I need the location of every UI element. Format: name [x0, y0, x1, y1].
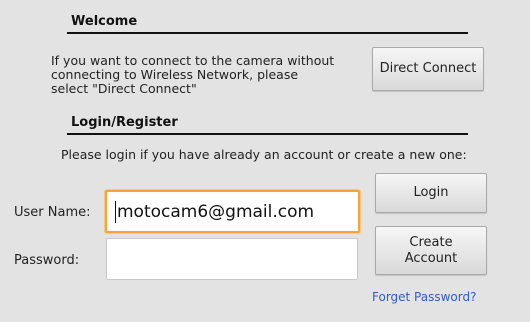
- welcome-description-line-3: select "Direct Connect": [51, 81, 197, 96]
- login-button-label: Login: [413, 185, 449, 200]
- username-value: motocam6@gmail.com: [117, 201, 315, 222]
- direct-connect-label: Direct Connect: [379, 61, 477, 76]
- login-instruction: Please login if you have already an acco…: [61, 147, 467, 162]
- welcome-description-line-1: If you want to connect to the camera wit…: [51, 53, 335, 68]
- login-register-heading: Login/Register: [71, 115, 178, 130]
- username-label: User Name:: [14, 205, 91, 220]
- password-label: Password:: [14, 253, 80, 268]
- forgot-password-link[interactable]: Forget Password?: [372, 290, 476, 304]
- welcome-description-line-2: connecting to Wireless Network, please: [51, 67, 299, 82]
- password-input[interactable]: [106, 238, 358, 280]
- welcome-heading: Welcome: [71, 14, 138, 29]
- username-input[interactable]: motocam6@gmail.com: [105, 190, 360, 233]
- welcome-description: If you want to connect to the camera wit…: [51, 54, 361, 96]
- text-caret: [115, 200, 116, 223]
- login-register-divider: [67, 133, 468, 135]
- login-screen: Welcome If you want to connect to the ca…: [0, 0, 530, 322]
- direct-connect-button[interactable]: Direct Connect: [372, 47, 484, 91]
- create-account-button[interactable]: Create Account: [375, 226, 487, 275]
- create-account-label-line-1: Create: [409, 234, 453, 250]
- welcome-divider: [67, 32, 468, 34]
- create-account-label-line-2: Account: [404, 250, 458, 266]
- login-button[interactable]: Login: [375, 173, 487, 213]
